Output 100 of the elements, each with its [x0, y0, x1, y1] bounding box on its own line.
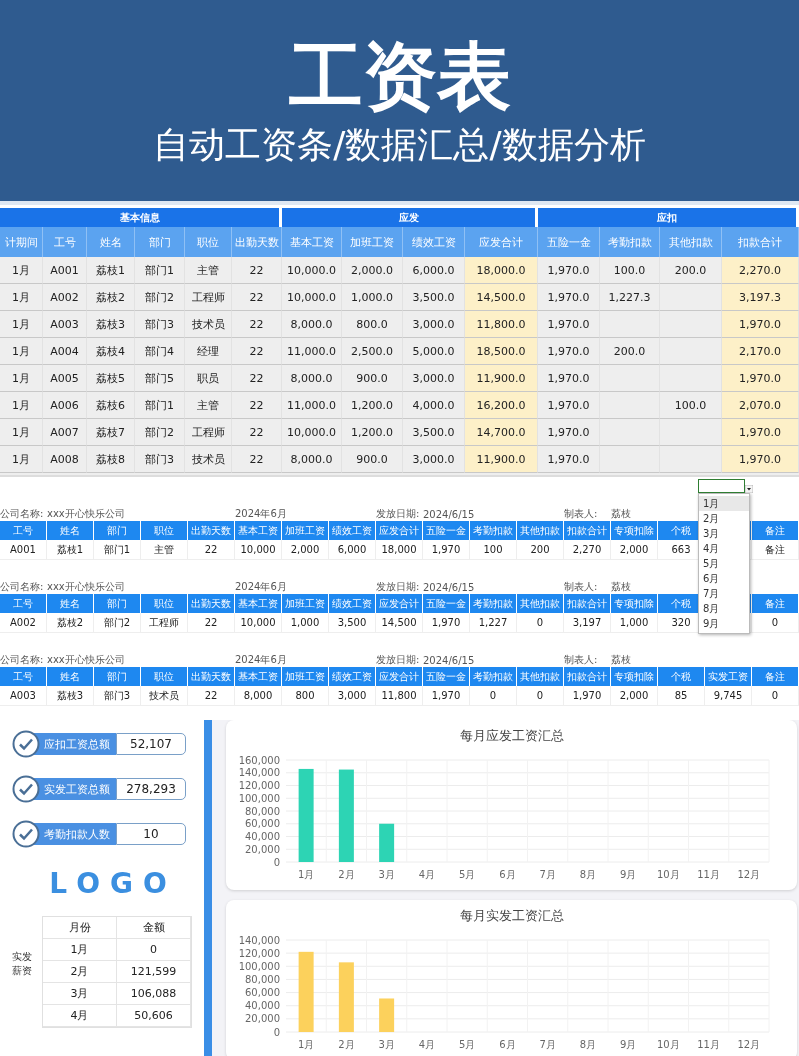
table-cell: 10,000	[235, 540, 282, 560]
tick-label: 5月	[458, 1039, 476, 1050]
table-cell: 0	[752, 686, 799, 706]
column-header: 备注	[752, 594, 799, 613]
table-cell: 1,970.0	[538, 419, 600, 446]
table-cell: 800	[282, 686, 329, 706]
table-cell: 0	[117, 938, 191, 961]
table-cell: 部门2	[135, 419, 185, 446]
table-cell: 18,500.0	[465, 338, 538, 365]
column-header: 其他扣款	[517, 594, 564, 613]
dropdown-option[interactable]: 1月	[699, 496, 749, 511]
table-cell: 2,000	[282, 540, 329, 560]
column-header: 绩效工资	[403, 227, 465, 257]
tick-label: 2月	[338, 1039, 355, 1050]
table-cell: 1月	[0, 446, 43, 473]
tick-label: 9月	[619, 869, 637, 880]
table-cell: 1,970.0	[538, 446, 600, 473]
company-name: xxx开心快乐公司	[47, 507, 126, 521]
dropdown-arrow-icon[interactable]	[745, 485, 753, 493]
table-cell: 11,900.0	[465, 365, 538, 392]
table-cell: 22	[232, 338, 282, 365]
table-cell: 1,970	[423, 613, 470, 633]
column-header: 专项扣除	[611, 521, 658, 540]
table-cell: 3月	[43, 982, 117, 1005]
info-label: 公司名称:	[0, 507, 45, 521]
table-cell: 11,000.0	[282, 338, 342, 365]
tick-label: 8月	[579, 869, 597, 880]
table-cell: 荔枝3	[47, 686, 94, 706]
table-cell: 经理	[185, 338, 232, 365]
table-cell: 1,970	[423, 686, 470, 706]
column-header: 职位	[141, 594, 188, 613]
column-header: 部门	[94, 521, 141, 540]
column-header: 姓名	[47, 667, 94, 686]
column-header: 基本工资	[235, 594, 282, 613]
column-header: 其他扣款	[517, 667, 564, 686]
table-label: 实发薪资	[12, 949, 32, 978]
table-cell: 14,700.0	[465, 419, 538, 446]
table-cell: 主管	[185, 392, 232, 419]
tick-label: 20,000	[245, 843, 280, 855]
bar	[379, 823, 395, 862]
date-text: 2024/6/15	[423, 508, 476, 520]
table-cell: 22	[232, 284, 282, 311]
table-cell	[600, 392, 660, 419]
table-cell: 1月	[0, 338, 43, 365]
table-cell: A005	[43, 365, 87, 392]
table-cell: 1,970	[423, 540, 470, 560]
table-cell: 1,970.0	[538, 338, 600, 365]
company-name: xxx开心快乐公司	[47, 653, 126, 667]
table-cell: 2,500.0	[342, 338, 403, 365]
column-header: 其他扣款	[660, 227, 722, 257]
info-label: 制表人:	[564, 507, 599, 521]
table-cell: 800.0	[342, 311, 403, 338]
tick-label: 6月	[499, 1039, 516, 1050]
table-cell	[600, 419, 660, 446]
table-cell: 85	[658, 686, 705, 706]
tick-label: 100,000	[238, 960, 280, 972]
table-cell: 部门3	[94, 686, 141, 706]
column-header: 考勤扣款	[470, 667, 517, 686]
table-cell: 2,000	[611, 540, 658, 560]
column-header: 五险一金	[538, 227, 600, 257]
table-cell: 荔枝1	[47, 540, 94, 560]
table-cell: 11,800.0	[465, 311, 538, 338]
table-cell: 1月	[43, 938, 117, 961]
column-header: 绩效工资	[329, 667, 376, 686]
column-header: 出勤天数	[188, 667, 235, 686]
table-cell: 备注	[752, 540, 799, 560]
table-cell: 8,000.0	[282, 311, 342, 338]
stat-value: 52,107	[116, 733, 186, 755]
table-cell: 1,227.3	[600, 284, 660, 311]
tick-label: 120,000	[238, 947, 280, 959]
table-cell: 22	[188, 686, 235, 706]
tick-label: 0	[273, 856, 280, 868]
table-cell: 荔枝4	[87, 338, 135, 365]
column-header: 姓名	[87, 227, 135, 257]
bar	[338, 962, 354, 1032]
tick-label: 20,000	[245, 1013, 280, 1025]
tick-label: 2月	[338, 869, 355, 880]
tick-label: 12月	[737, 1039, 761, 1050]
table-cell: 2月	[43, 960, 117, 983]
table-cell: 3,000	[329, 686, 376, 706]
column-header: 部门	[94, 667, 141, 686]
tick-label: 160,000	[238, 754, 280, 766]
table-cell: 部门5	[135, 365, 185, 392]
month-input[interactable]	[698, 479, 745, 493]
table-cell: 2,070.0	[722, 392, 799, 419]
maker-name: 荔枝	[611, 507, 632, 521]
table-cell: A001	[43, 257, 87, 284]
column-header: 出勤天数	[232, 227, 282, 257]
dropdown-option[interactable]: 6月	[699, 571, 749, 586]
logo: LOGO	[48, 869, 177, 900]
table-cell: 荔枝2	[47, 613, 94, 633]
tick-label: 9月	[619, 1039, 637, 1050]
date-text: 2024/6/15	[423, 581, 476, 593]
tick-label: 60,000	[245, 987, 280, 999]
table-cell: 8,000.0	[282, 365, 342, 392]
table-cell: 10,000.0	[282, 419, 342, 446]
column-header: 加班工资	[282, 594, 329, 613]
column-header: 部门	[135, 227, 185, 257]
table-cell: 1,970.0	[722, 365, 799, 392]
period-text: 2024年6月	[235, 580, 288, 594]
